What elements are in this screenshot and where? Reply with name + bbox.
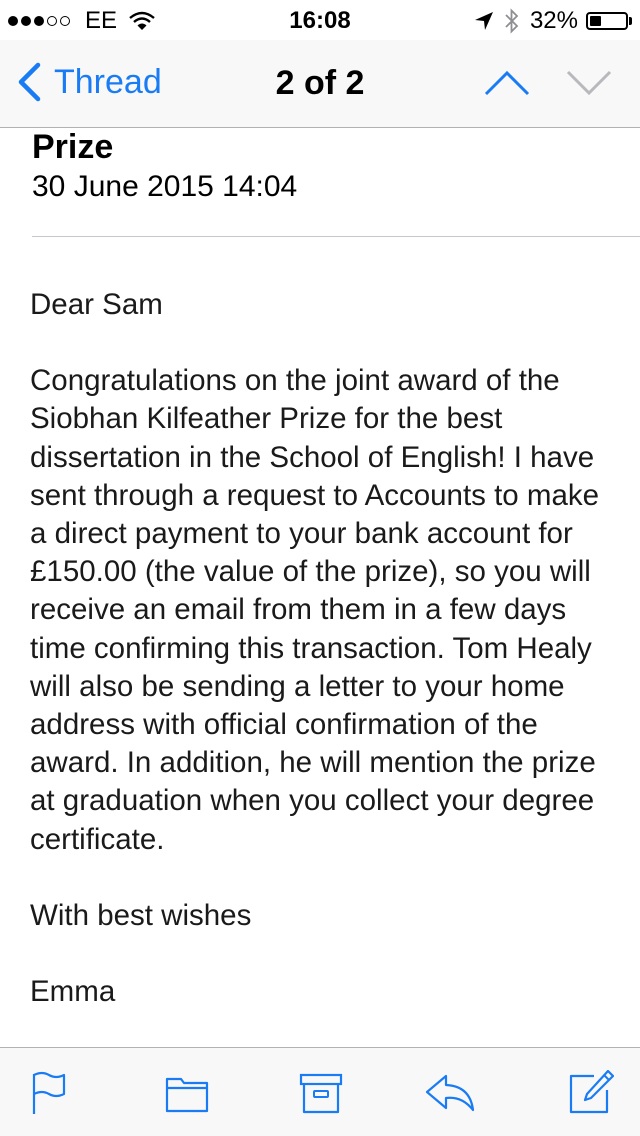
- flag-button[interactable]: [28, 1070, 74, 1116]
- bottom-toolbar: [0, 1047, 640, 1136]
- archive-icon: [299, 1073, 343, 1114]
- mail-screen: EE 16:08 32% Thread 2 of 2 Prize 30 June…: [0, 0, 640, 1136]
- message-subject: Prize: [32, 128, 114, 166]
- reply-icon: [425, 1074, 475, 1112]
- compose-button[interactable]: [568, 1069, 615, 1116]
- battery-icon: [586, 12, 628, 30]
- message-position-title: 2 of 2: [275, 64, 365, 102]
- message-greeting: Dear Sam: [30, 288, 163, 321]
- message-closing: With best wishes: [30, 898, 252, 932]
- status-bar: EE 16:08 32%: [0, 0, 640, 40]
- move-to-folder-button[interactable]: [164, 1070, 210, 1116]
- message-date: 30 June 2015 14:04: [32, 170, 298, 203]
- location-arrow-icon: [474, 12, 493, 30]
- header-divider: [32, 236, 640, 237]
- battery-cap: [629, 17, 632, 25]
- compose-icon: [569, 1069, 615, 1114]
- folder-icon: [165, 1077, 209, 1113]
- chevron-up-icon[interactable]: [484, 68, 530, 98]
- status-right: 32%: [474, 7, 632, 35]
- flag-icon: [32, 1071, 66, 1114]
- reply-button[interactable]: [424, 1070, 476, 1116]
- message-paragraph: Congratulations on the joint award of th…: [30, 364, 600, 856]
- message-signature: Emma: [30, 975, 116, 1009]
- chevron-down-icon[interactable]: [566, 68, 612, 98]
- message-body: Dear Sam Congratulations on the joint aw…: [30, 286, 620, 1011]
- battery-percentage: 32%: [529, 7, 578, 34]
- archive-button[interactable]: [298, 1070, 344, 1116]
- message-view[interactable]: Prize 30 June 2015 14:04 Dear Sam Congra…: [0, 128, 640, 1046]
- bluetooth-icon: [505, 8, 519, 34]
- battery-level-fill: [590, 16, 601, 26]
- navigation-bar: Thread 2 of 2: [0, 40, 640, 128]
